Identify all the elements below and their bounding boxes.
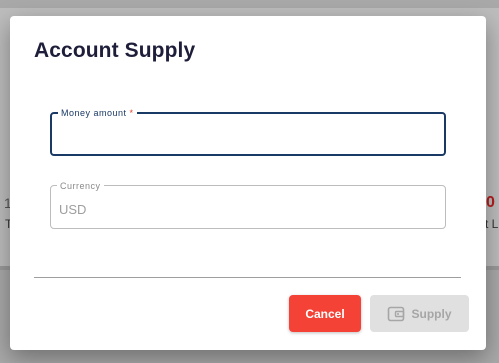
money-amount-field[interactable]: Money amount *	[50, 107, 446, 156]
supply-button[interactable]: Supply	[370, 295, 469, 332]
dialog-divider	[34, 277, 461, 278]
dialog-title: Account Supply	[34, 39, 196, 62]
currency-input[interactable]	[51, 186, 445, 228]
wallet-icon	[388, 306, 405, 321]
account-supply-dialog: Account Supply Money amount* Currency Ca…	[10, 16, 486, 350]
cancel-button[interactable]: Cancel	[289, 295, 361, 332]
background-text-fragment: 0	[486, 194, 495, 211]
background-text-fragment: t L	[485, 217, 499, 231]
supply-button-label: Supply	[411, 306, 452, 321]
cancel-button-label: Cancel	[305, 306, 345, 321]
currency-field[interactable]: Currency	[50, 180, 446, 229]
money-amount-input[interactable]	[52, 114, 444, 154]
